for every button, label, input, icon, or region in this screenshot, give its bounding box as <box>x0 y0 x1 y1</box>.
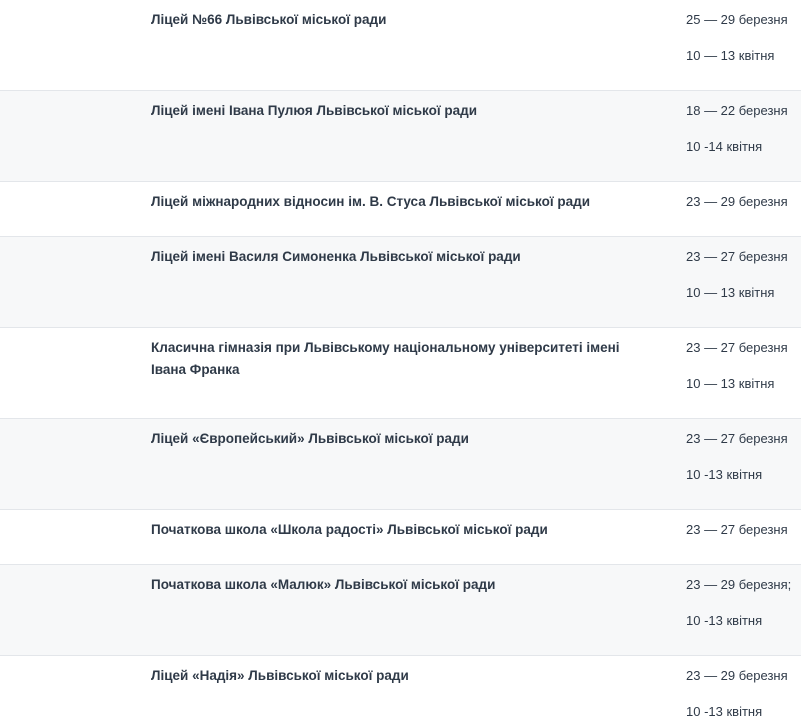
table-row: Початкова школа «Школа радості» Львівськ… <box>0 510 801 565</box>
school-name: Ліцей «Надія» Львівської міської ради <box>151 668 409 683</box>
table-row: Ліцей «Європейський» Львівської міської … <box>0 419 801 510</box>
date-range: 10 — 13 квітня <box>686 48 775 63</box>
school-name: Ліцей №66 Львівської міської ради <box>151 12 387 27</box>
date-range: 10 — 13 квітня <box>686 285 775 300</box>
table-row: Ліцей «Надія» Львівської міської ради 23… <box>0 656 801 725</box>
dates-cell: 23 — 29 березня <box>686 191 801 213</box>
date-range: 10 -14 квітня <box>686 139 763 154</box>
date-range: 23 — 27 березня <box>686 249 788 264</box>
dates-cell: 23 — 29 березня; 10 -13 квітня <box>686 574 801 632</box>
date-range: 10 — 13 квітня <box>686 376 775 391</box>
dates-cell: 23 — 27 березня 10 — 13 квітня <box>686 337 801 395</box>
dates-cell: 23 — 27 березня 10 -13 квітня <box>686 428 801 486</box>
date-range: 23 — 27 березня <box>686 340 788 355</box>
table-row: Початкова школа «Малюк» Львівської міськ… <box>0 565 801 656</box>
dates-cell: 18 — 22 березня 10 -14 квітня <box>686 100 801 158</box>
table-row: Класична гімназія при Львівському націон… <box>0 328 801 419</box>
date-range: 23 — 27 березня <box>686 431 788 446</box>
dates-cell: 23 — 27 березня 10 — 13 квітня <box>686 246 801 304</box>
date-range: 10 -13 квітня <box>686 467 763 482</box>
date-range: 25 — 29 березня <box>686 12 788 27</box>
date-range: 23 — 27 березня <box>686 522 788 537</box>
school-name: Ліцей імені Василя Симоненка Львівської … <box>151 249 521 264</box>
date-range: 10 -13 квітня <box>686 613 763 628</box>
date-range: 23 — 29 березня <box>686 668 788 683</box>
date-range: 23 — 29 березня; <box>686 577 792 592</box>
school-name: Ліцей імені Івана Пулюя Львівської міськ… <box>151 103 478 118</box>
school-name: Початкова школа «Школа радості» Львівськ… <box>151 522 548 537</box>
date-range: 18 — 22 березня <box>686 103 788 118</box>
table-row: Ліцей №66 Львівської міської ради 25 — 2… <box>0 0 801 91</box>
schools-table: Ліцей №66 Львівської міської ради 25 — 2… <box>0 0 801 725</box>
date-range: 10 -13 квітня <box>686 704 763 719</box>
school-name: Класична гімназія при Львівському націон… <box>151 340 620 377</box>
table-row: Ліцей імені Івана Пулюя Львівської міськ… <box>0 91 801 182</box>
school-name: Початкова школа «Малюк» Львівської міськ… <box>151 577 496 592</box>
date-range: 23 — 29 березня <box>686 194 788 209</box>
dates-cell: 23 — 27 березня <box>686 519 801 541</box>
table-row: Ліцей імені Василя Симоненка Львівської … <box>0 237 801 328</box>
school-name: Ліцей «Європейський» Львівської міської … <box>151 431 469 446</box>
school-name: Ліцей міжнародних відносин ім. В. Стуса … <box>151 194 590 209</box>
dates-cell: 23 — 29 березня 10 -13 квітня <box>686 665 801 723</box>
dates-cell: 25 — 29 березня 10 — 13 квітня <box>686 9 801 67</box>
table-row: Ліцей міжнародних відносин ім. В. Стуса … <box>0 182 801 237</box>
